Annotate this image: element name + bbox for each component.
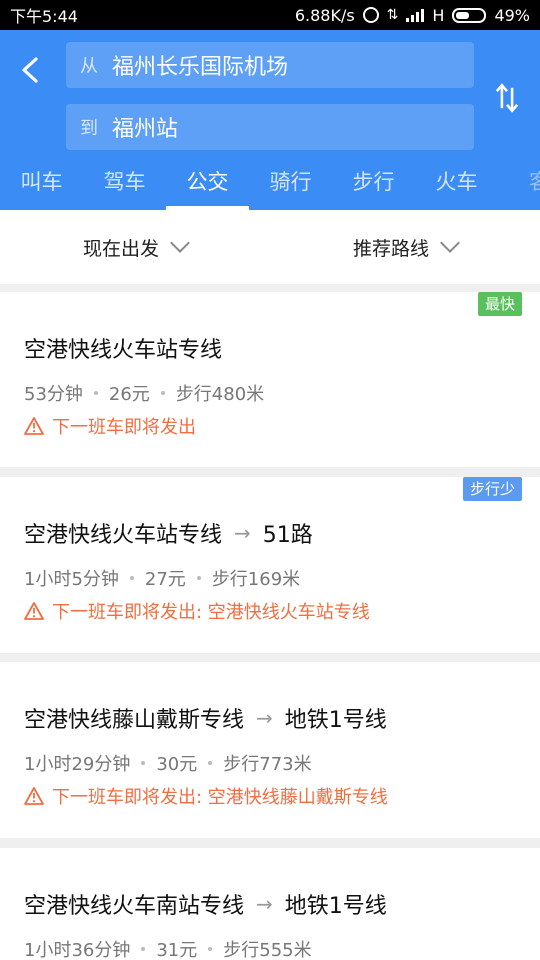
fastest-badge: 最快 xyxy=(477,292,522,316)
tab-transit[interactable]: 公交 xyxy=(166,158,249,210)
route-warning: 下一班车即将发出 xyxy=(24,413,196,439)
tab-bike[interactable]: 骑行 xyxy=(249,158,332,210)
route-fare: 27元 xyxy=(144,569,186,590)
from-value: 福州长乐国际机场 xyxy=(112,55,289,80)
swap-button[interactable] xyxy=(492,78,522,118)
route-meta: 1小时29分钟 30元 步行773米 xyxy=(24,750,312,776)
warning-text: 下一班车即将发出: 空港快线藤山戴斯专线 xyxy=(52,787,388,808)
sort-label: 推荐路线 xyxy=(352,237,429,260)
route-walk: 步行480米 xyxy=(175,384,265,405)
route-title: 空港快线火车站专线 xyxy=(24,332,222,364)
route-walk: 步行773米 xyxy=(223,754,312,775)
route-meta: 1小时36分钟 31元 步行555米 xyxy=(24,936,312,960)
to-field[interactable]: 到 福州站 xyxy=(66,104,474,150)
to-prefix: 到 xyxy=(80,118,98,139)
route-fare: 26元 xyxy=(108,384,150,405)
from-prefix: 从 xyxy=(80,56,98,77)
tab-walk[interactable]: 步行 xyxy=(332,158,415,210)
signal-icon xyxy=(406,8,425,22)
route-line: 空港快线火车南站专线 xyxy=(24,894,245,919)
chevron-down-icon xyxy=(170,233,190,253)
chevron-down-icon xyxy=(440,233,460,253)
network-type: H xyxy=(432,5,445,25)
from-field[interactable]: 从 福州长乐国际机场 xyxy=(66,42,474,88)
route-duration: 1小时36分钟 xyxy=(24,940,131,960)
route-line: 地铁1号线 xyxy=(284,894,387,919)
arrow-right-icon: → xyxy=(234,521,251,545)
route-walk: 步行555米 xyxy=(223,940,312,960)
swap-vertical-icon xyxy=(495,83,519,113)
battery-percent: 49% xyxy=(494,5,530,25)
separator-dot xyxy=(160,391,165,395)
mode-tabs: 叫车 驾车 公交 骑行 步行 火车 客 xyxy=(0,158,540,210)
route-duration: 53分钟 xyxy=(24,384,83,405)
route-line: 空港快线藤山戴斯专线 xyxy=(24,708,245,733)
route-walk: 步行169米 xyxy=(211,569,301,590)
separator-dot xyxy=(208,761,213,765)
tab-taxi[interactable]: 叫车 xyxy=(0,158,83,210)
route-line: 51路 xyxy=(262,523,313,548)
depart-time-label: 现在出发 xyxy=(82,237,159,260)
route-title: 空港快线火车站专线 → 51路 xyxy=(24,517,313,549)
route-warning: 下一班车即将发出: 空港快线藤山戴斯专线 xyxy=(24,783,388,809)
warning-icon xyxy=(24,787,44,805)
tab-train[interactable]: 火车 xyxy=(415,158,498,210)
route-card[interactable]: 步行少 空港快线火车站专线 → 51路 1小时5分钟 27元 步行169米 下一… xyxy=(0,477,540,653)
network-speed: 6.88K/s xyxy=(294,5,355,25)
route-title: 空港快线藤山戴斯专线 → 地铁1号线 xyxy=(24,702,387,734)
separator-dot xyxy=(208,947,213,951)
route-header: 从 福州长乐国际机场 到 福州站 叫车 驾车 公交 骑行 步行 火车 客 xyxy=(0,30,540,210)
route-duration: 1小时5分钟 xyxy=(24,569,119,590)
route-line: 地铁1号线 xyxy=(284,708,387,733)
warning-icon xyxy=(24,602,44,620)
route-card[interactable]: 空港快线藤山戴斯专线 → 地铁1号线 1小时29分钟 30元 步行773米 下一… xyxy=(0,662,540,838)
warning-text: 下一班车即将发出: 空港快线火车站专线 xyxy=(52,602,370,623)
status-time: 下午5:44 xyxy=(10,7,78,26)
separator-dot xyxy=(93,391,98,395)
separator-dot xyxy=(141,761,146,765)
route-fare: 31元 xyxy=(156,940,198,960)
to-value: 福州站 xyxy=(112,117,179,142)
warning-icon xyxy=(24,417,44,435)
route-line: 空港快线火车站专线 xyxy=(24,523,223,548)
route-duration: 1小时29分钟 xyxy=(24,754,131,775)
depart-time-filter[interactable]: 现在出发 xyxy=(0,210,270,284)
chevron-left-icon xyxy=(22,57,38,83)
battery-fill xyxy=(456,11,470,19)
route-meta: 1小时5分钟 27元 步行169米 xyxy=(24,565,300,591)
tab-coach[interactable]: 客 xyxy=(498,158,540,210)
sort-filter[interactable]: 推荐路线 xyxy=(270,210,540,284)
tab-drive[interactable]: 驾车 xyxy=(83,158,166,210)
separator-dot xyxy=(129,576,134,580)
filter-bar: 现在出发 推荐路线 xyxy=(0,210,540,284)
arrow-right-icon: → xyxy=(256,706,273,730)
battery-icon xyxy=(452,7,487,23)
alarm-icon xyxy=(362,7,379,23)
route-card[interactable]: 最快 空港快线火车站专线 53分钟 26元 步行480米 下一班车即将发出 xyxy=(0,292,540,467)
route-fare: 30元 xyxy=(156,754,198,775)
status-right: 6.88K/s ⇅ H 49% xyxy=(295,6,530,25)
less-walking-badge: 步行少 xyxy=(462,477,522,501)
route-card[interactable]: 空港快线火车南站专线 → 地铁1号线 1小时36分钟 31元 步行555米 xyxy=(0,848,540,960)
back-button[interactable] xyxy=(10,50,50,90)
vibrate-icon: ⇅ xyxy=(386,7,399,23)
route-title: 空港快线火车南站专线 → 地铁1号线 xyxy=(24,888,387,920)
separator-dot xyxy=(196,576,201,580)
arrow-right-icon: → xyxy=(256,892,273,916)
route-line: 空港快线火车站专线 xyxy=(24,338,223,363)
route-meta: 53分钟 26元 步行480米 xyxy=(24,380,264,406)
warning-text: 下一班车即将发出 xyxy=(52,417,196,438)
route-warning: 下一班车即将发出: 空港快线火车站专线 xyxy=(24,598,370,624)
separator-dot xyxy=(141,947,146,951)
status-bar: 下午5:44 6.88K/s ⇅ H 49% xyxy=(0,0,540,30)
